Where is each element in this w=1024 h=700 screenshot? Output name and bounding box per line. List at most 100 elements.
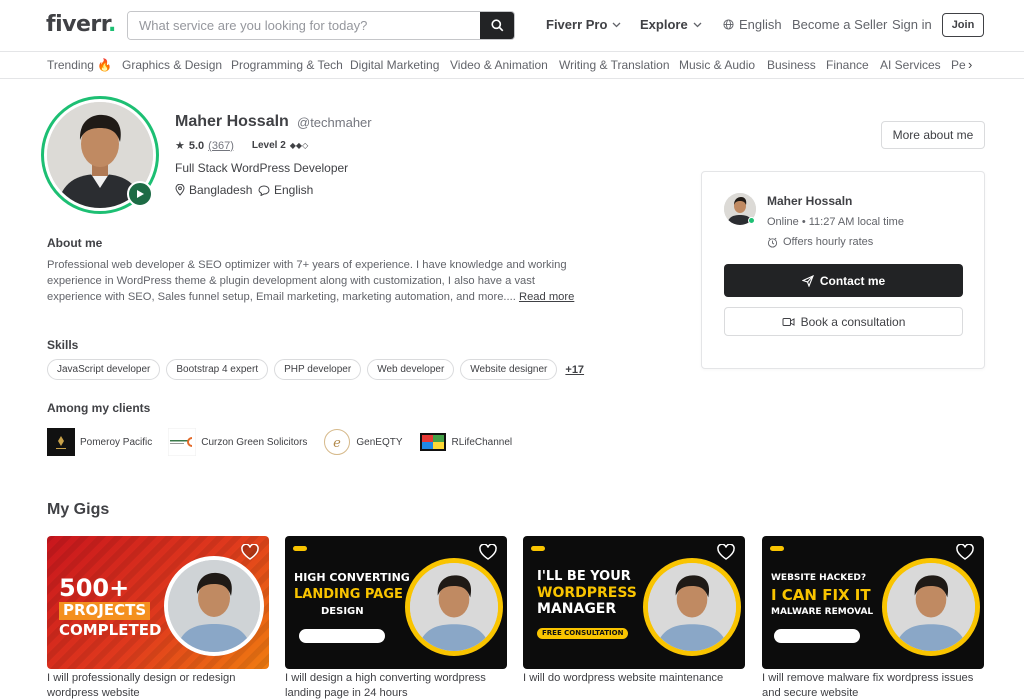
- client-name: Curzon Green Solicitors: [201, 436, 308, 448]
- about-body: Professional web developer & SEO optimiz…: [47, 259, 567, 303]
- search-icon: [490, 19, 503, 32]
- category-music-audio[interactable]: Music & Audio: [679, 58, 755, 72]
- review-count-link[interactable]: (367): [208, 140, 234, 152]
- more-skills-link[interactable]: +17: [565, 364, 584, 376]
- category-bar: Trending 🔥 Graphics & Design Programming…: [0, 52, 1024, 79]
- online-status: Online • 11:27 AM local time: [767, 216, 904, 228]
- gig-card[interactable]: I'LL BE YOUR WORDPRESS MANAGER FREE CONS…: [523, 536, 745, 686]
- client-name: RLifeChannel: [451, 436, 513, 448]
- category-trending[interactable]: Trending 🔥: [47, 58, 112, 72]
- contact-card-name: Maher Hossaln: [767, 194, 853, 208]
- play-intro-video-button[interactable]: [127, 181, 153, 207]
- search-bar: [127, 11, 515, 40]
- category-graphics-design[interactable]: Graphics & Design: [122, 58, 222, 72]
- rlifechannel-logo: [419, 428, 447, 456]
- language-label: English: [739, 17, 782, 32]
- seller-photo-icon: [882, 558, 980, 656]
- heart-icon[interactable]: [479, 543, 497, 565]
- my-gigs-heading: My Gigs: [47, 501, 110, 518]
- fiverr-logo[interactable]: fiverr.: [46, 12, 116, 37]
- about-text: Professional web developer & SEO optimiz…: [47, 257, 592, 305]
- book-consultation-label: Book a consultation: [800, 314, 906, 329]
- chevron-right-icon[interactable]: ›: [966, 57, 973, 72]
- explore-menu[interactable]: Explore: [640, 17, 702, 32]
- search-button[interactable]: [480, 12, 514, 39]
- language-spoken-label: English: [274, 183, 314, 197]
- hourly-rates-info: Offers hourly rates: [767, 236, 873, 248]
- seller-photo-icon: [164, 556, 264, 656]
- video-camera-icon: [782, 317, 795, 326]
- join-button[interactable]: Join: [942, 13, 984, 37]
- gig-card[interactable]: 500+ PROJECTS COMPLETED I will professio…: [47, 536, 269, 700]
- seller-handle: @techmaher: [297, 115, 372, 130]
- logo-text: fiverr: [46, 12, 108, 37]
- more-about-me-button[interactable]: More about me: [881, 121, 985, 149]
- pomeroy-pacific-logo: [47, 428, 75, 456]
- gig-card[interactable]: WEBSITE HACKED? I CAN FIX IT MALWARE REM…: [762, 536, 984, 700]
- sign-in-link[interactable]: Sign in: [892, 17, 932, 32]
- contact-card: Maher Hossaln Online • 11:27 AM local ti…: [701, 171, 985, 369]
- client-name: Pomeroy Pacific: [80, 436, 153, 448]
- read-more-link[interactable]: Read more: [519, 291, 574, 303]
- heart-icon[interactable]: [956, 543, 974, 565]
- hourly-rates-label: Offers hourly rates: [783, 236, 874, 248]
- gig-thumbnail[interactable]: I'LL BE YOUR WORDPRESS MANAGER FREE CONS…: [523, 536, 745, 669]
- clients-list: Pomeroy Pacific Curzon Green Solicitors …: [47, 428, 528, 456]
- category-writing-translation[interactable]: Writing & Translation: [559, 58, 670, 72]
- category-finance[interactable]: Finance: [826, 58, 869, 72]
- curzon-green-logo: [168, 428, 197, 456]
- gig-banner-line: COMPLETED: [59, 621, 162, 639]
- category-video-animation[interactable]: Video & Animation: [450, 58, 548, 72]
- book-consultation-button[interactable]: Book a consultation: [724, 307, 963, 336]
- contact-me-label: Contact me: [819, 273, 886, 288]
- skill-tag[interactable]: Website designer: [460, 359, 558, 380]
- gig-banner-line: I'LL BE YOUR: [537, 569, 631, 584]
- skills-heading: Skills: [47, 338, 79, 352]
- seller-photo-icon: [405, 558, 503, 656]
- gig-thumbnail[interactable]: 500+ PROJECTS COMPLETED: [47, 536, 269, 669]
- about-heading: About me: [47, 236, 103, 250]
- clients-heading: Among my clients: [47, 401, 151, 415]
- heart-icon[interactable]: [717, 543, 735, 565]
- logo-dot: .: [107, 12, 116, 37]
- language-selector[interactable]: English: [723, 17, 782, 32]
- skill-tag[interactable]: Web developer: [367, 359, 455, 380]
- skill-tag[interactable]: PHP developer: [274, 359, 362, 380]
- client-item: Curzon Green Solicitors: [168, 428, 307, 456]
- client-item: e GenEQTY: [323, 428, 403, 456]
- location-pin-icon: [175, 184, 185, 196]
- online-indicator: [748, 217, 755, 224]
- gig-banner-line: HIGH CONVERTING: [294, 571, 410, 584]
- gig-thumbnail[interactable]: WEBSITE HACKED? I CAN FIX IT MALWARE REM…: [762, 536, 984, 669]
- gig-title[interactable]: I will remove malware fix wordpress issu…: [762, 671, 984, 700]
- globe-icon: [723, 19, 734, 30]
- category-business[interactable]: Business: [767, 58, 816, 72]
- send-icon: [801, 274, 814, 287]
- search-input[interactable]: [128, 12, 480, 39]
- fiverr-pro-label: Fiverr Pro: [546, 17, 608, 32]
- clock-icon: [767, 237, 778, 248]
- svg-text:e: e: [334, 436, 342, 451]
- category-digital-marketing[interactable]: Digital Marketing: [350, 58, 439, 72]
- heart-icon[interactable]: [241, 543, 259, 565]
- fiverr-pro-menu[interactable]: Fiverr Pro: [546, 17, 621, 32]
- gig-banner-line: DESIGN: [321, 606, 364, 617]
- gig-banner-line: LANDING PAGE: [294, 587, 403, 602]
- category-ai-services[interactable]: AI Services: [880, 58, 941, 72]
- gig-banner-line: PROJECTS: [59, 602, 151, 620]
- gig-banner-line: WEBSITE HACKED?: [771, 573, 867, 583]
- geneqty-logo: e: [323, 428, 351, 456]
- seller-language: English: [258, 183, 313, 197]
- become-seller-link[interactable]: Become a Seller: [792, 17, 887, 32]
- category-programming-tech[interactable]: Programming & Tech: [231, 58, 343, 72]
- seller-rating: ★ 5.0 (367) Level 2 ◆◆◇: [175, 139, 308, 153]
- skill-tag[interactable]: JavaScript developer: [47, 359, 161, 380]
- gig-thumbnail[interactable]: HIGH CONVERTING LANDING PAGE DESIGN: [285, 536, 507, 669]
- gig-title[interactable]: I will professionally design or redesign…: [47, 671, 269, 700]
- country-label: Bangladesh: [189, 183, 253, 197]
- gig-card[interactable]: HIGH CONVERTING LANDING PAGE DESIGN I wi…: [285, 536, 507, 700]
- skill-tag[interactable]: Bootstrap 4 expert: [166, 359, 269, 380]
- gig-title[interactable]: I will do wordpress website maintenance: [523, 671, 745, 686]
- contact-me-button[interactable]: Contact me: [724, 264, 963, 297]
- gig-title[interactable]: I will design a high converting wordpres…: [285, 671, 507, 700]
